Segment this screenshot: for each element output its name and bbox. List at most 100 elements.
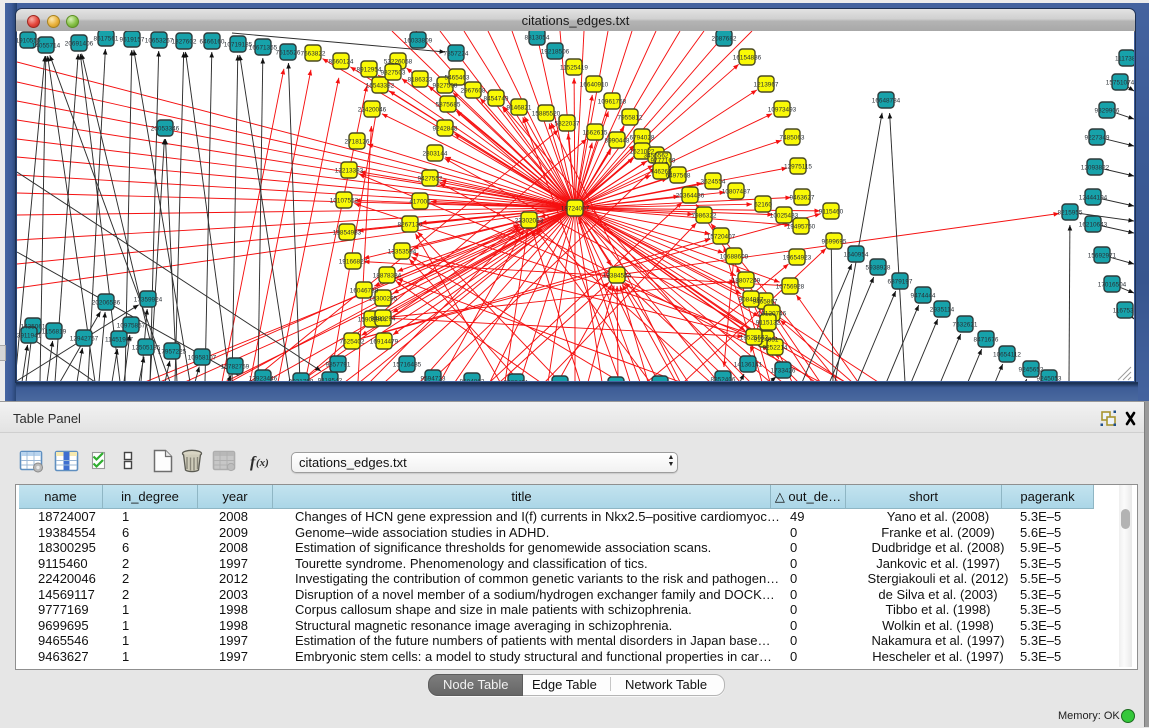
- svg-text:18878334: 18878334: [373, 272, 402, 279]
- svg-text:8813054: 8813054: [525, 34, 550, 41]
- svg-text:3911941: 3911941: [17, 332, 42, 339]
- svg-text:16543382: 16543382: [366, 82, 395, 89]
- svg-text:12975115: 12975115: [784, 163, 812, 170]
- svg-text:10653267: 10653267: [145, 37, 174, 44]
- svg-text:8267130: 8267130: [398, 221, 423, 228]
- svg-text:16648784: 16648784: [872, 97, 901, 104]
- svg-text:12505135: 12505135: [132, 344, 161, 351]
- svg-text:2087682: 2087682: [712, 35, 737, 42]
- svg-text:15720407: 15720407: [707, 233, 736, 240]
- svg-text:19495750: 19495750: [787, 223, 816, 230]
- svg-text:9329906: 9329906: [1095, 107, 1120, 114]
- svg-text:1156819: 1156819: [42, 328, 67, 335]
- svg-text:10107552: 10107552: [330, 197, 359, 204]
- svg-text:5938928: 5938928: [866, 264, 891, 271]
- svg-text:7986322: 7986322: [692, 212, 717, 219]
- svg-text:8186323: 8186323: [408, 76, 433, 83]
- svg-text:13353594: 13353594: [388, 248, 417, 255]
- svg-text:9118542: 9118542: [318, 377, 343, 381]
- svg-text:12444194: 12444194: [1079, 194, 1108, 201]
- svg-text:9699695: 9699695: [822, 238, 847, 245]
- svg-text:7485063: 7485063: [780, 134, 805, 141]
- svg-text:20206536: 20206536: [92, 299, 121, 306]
- svg-text:10975857: 10975857: [117, 322, 146, 329]
- svg-text:9146821: 9146821: [507, 104, 532, 111]
- svg-text:16154836: 16154836: [733, 54, 762, 61]
- svg-text:19854983: 19854983: [333, 229, 362, 236]
- svg-text:10961758: 10961758: [598, 98, 627, 105]
- svg-text:2803144: 2803144: [423, 150, 448, 157]
- svg-text:17359924: 17359924: [134, 296, 163, 303]
- svg-text:1562615: 1562615: [583, 129, 608, 136]
- svg-text:62160: 62160: [754, 201, 772, 208]
- svg-text:16046788: 16046788: [350, 287, 379, 294]
- svg-text:8454749: 8454749: [484, 95, 509, 102]
- svg-text:1117382: 1117382: [1115, 55, 1134, 62]
- svg-text:9227349: 9227349: [1085, 134, 1110, 141]
- svg-text:7955812: 7955812: [618, 114, 643, 121]
- svg-text:10973493: 10973493: [768, 106, 797, 113]
- svg-text:15885520: 15885520: [532, 110, 561, 117]
- svg-text:8852406: 8852406: [711, 376, 736, 381]
- svg-text:20691406: 20691406: [65, 40, 94, 47]
- svg-text:9474444: 9474444: [911, 292, 936, 299]
- svg-text:9252214: 9252214: [763, 344, 788, 351]
- svg-text:16914479: 16914479: [370, 338, 399, 345]
- svg-text:8215955: 8215955: [1058, 209, 1083, 216]
- svg-text:23302033: 23302033: [515, 217, 544, 224]
- svg-text:6497568: 6497568: [666, 172, 691, 179]
- svg-text:18724007: 18724007: [561, 205, 590, 212]
- svg-text:16782759: 16782759: [221, 363, 250, 370]
- svg-text:7663822: 7663822: [301, 50, 326, 57]
- svg-text:9084067: 9084067: [739, 296, 764, 303]
- svg-text:7515526: 7515526: [276, 49, 301, 56]
- svg-text:9427552: 9427552: [418, 175, 443, 182]
- svg-text:19525563: 19525563: [740, 334, 769, 341]
- svg-text:16210643: 16210643: [1079, 221, 1108, 228]
- svg-text:2718126: 2718126: [345, 138, 370, 145]
- svg-text:8990448: 8990448: [605, 137, 630, 144]
- svg-text:1167533: 1167533: [1113, 307, 1134, 314]
- svg-text:10688609: 10688609: [720, 253, 749, 260]
- svg-text:8912954: 8912954: [357, 66, 382, 73]
- svg-text:10807487: 10807487: [722, 188, 751, 195]
- svg-text:9481294: 9481294: [371, 315, 396, 322]
- svg-text:9619157: 9619157: [120, 36, 145, 43]
- svg-text:9382451: 9382451: [504, 379, 529, 381]
- svg-text:22420046: 22420046: [358, 106, 387, 113]
- svg-text:9031758: 9031758: [289, 378, 314, 381]
- svg-text:17957225: 17957225: [158, 348, 187, 355]
- svg-text:(x): (x): [256, 457, 269, 469]
- svg-text:19218506: 19218506: [541, 48, 570, 55]
- svg-text:7357224: 7357224: [444, 50, 469, 57]
- svg-text:2967608: 2967608: [461, 87, 486, 94]
- svg-text:6466160: 6466160: [200, 38, 225, 45]
- svg-text:8617561: 8617561: [94, 35, 119, 42]
- svg-text:8660124: 8660124: [329, 58, 354, 65]
- svg-text:53226058: 53226058: [384, 58, 413, 65]
- svg-text:2935114: 2935114: [930, 306, 955, 313]
- svg-text:16640910: 16640910: [580, 81, 609, 88]
- svg-text:10654112: 10654112: [993, 351, 1021, 358]
- svg-text:6794028: 6794028: [630, 134, 655, 141]
- svg-text:20053346: 20053346: [151, 125, 180, 132]
- svg-text:10025433: 10025433: [770, 212, 799, 219]
- svg-text:16033809: 16033809: [404, 37, 433, 44]
- svg-text:3624554: 3624554: [701, 178, 726, 185]
- svg-text:417006: 417006: [409, 198, 431, 205]
- svg-text:19654923: 19654923: [783, 254, 812, 261]
- svg-text:11525419: 11525419: [560, 64, 588, 71]
- svg-text:18807249: 18807249: [732, 277, 761, 284]
- svg-text:18300295: 18300295: [369, 295, 398, 302]
- svg-text:9777169: 9777169: [651, 157, 676, 164]
- svg-text:19384554: 19384554: [603, 272, 632, 279]
- svg-text:1640954: 1640954: [844, 251, 869, 258]
- svg-text:19166827: 19166827: [339, 258, 368, 265]
- svg-text:15692971: 15692971: [1088, 252, 1117, 259]
- svg-text:9327508: 9327508: [433, 82, 458, 89]
- svg-text:12942757: 12942757: [70, 335, 99, 342]
- svg-text:8471676: 8471676: [974, 336, 999, 343]
- svg-text:9245053: 9245053: [1037, 375, 1062, 381]
- svg-text:12093822: 12093822: [1081, 164, 1110, 171]
- svg-text:1733426: 1733426: [771, 367, 796, 374]
